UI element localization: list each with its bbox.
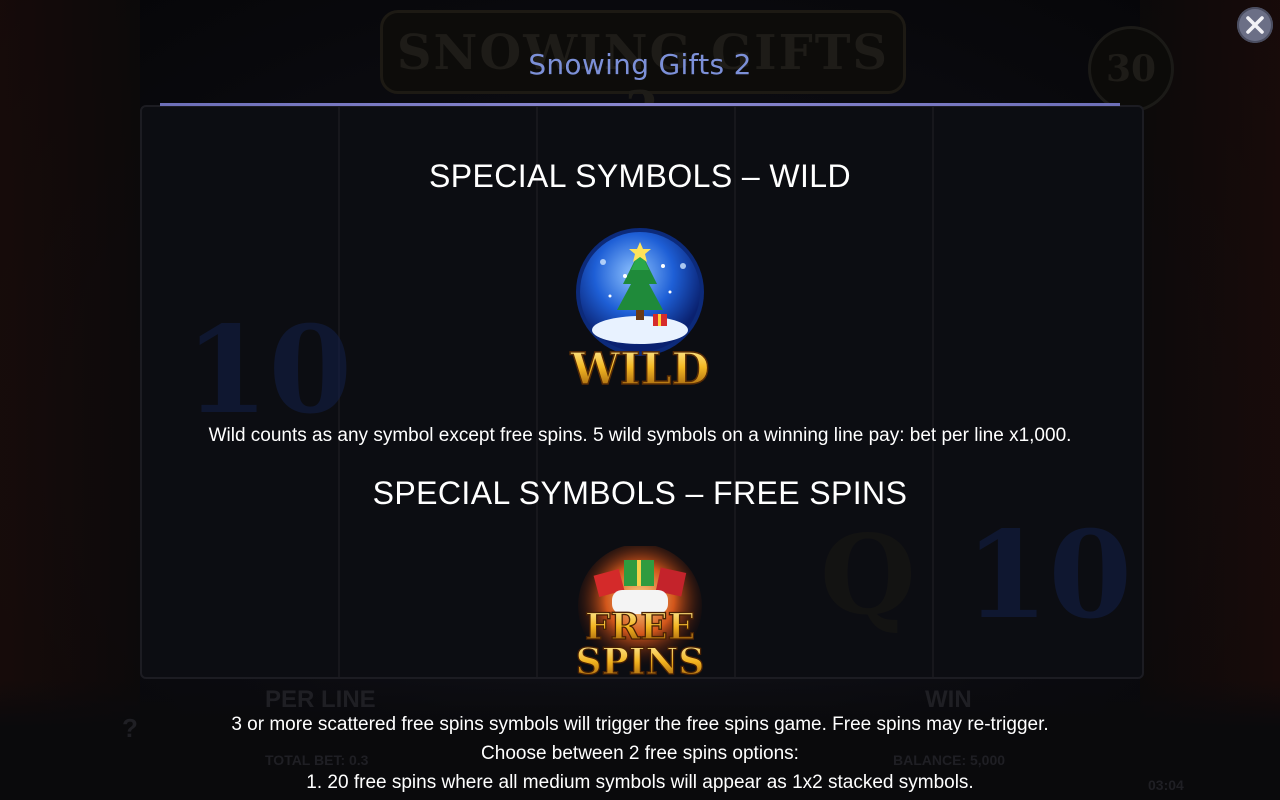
ghost-symbol-queen: Q	[820, 510, 916, 639]
wild-symbol: WILD	[565, 226, 715, 396]
free-spins-description-line: Choose between 2 free spins options:	[481, 743, 799, 764]
ghost-symbol-ten: 10	[185, 300, 352, 441]
gift-pile-icon: FREE SPINS	[575, 544, 705, 684]
snow-globe-icon: WILD	[569, 228, 710, 396]
close-button[interactable]	[1237, 7, 1273, 43]
wild-section-heading: SPECIAL SYMBOLS – WILD	[429, 158, 851, 194]
wild-symbol-label: WILD	[569, 344, 709, 394]
free-spins-symbol: FREE SPINS	[574, 544, 706, 684]
panel-title: Snowing Gifts 2	[528, 48, 752, 81]
free-spins-section-heading: SPECIAL SYMBOLS – FREE SPINS	[372, 475, 908, 511]
free-spins-description-line: 1. 20 free spins where all medium symbol…	[306, 772, 974, 793]
wild-description: Wild counts as any symbol except free sp…	[208, 425, 1072, 446]
title-divider	[160, 103, 1120, 106]
free-spins-description-line: 3 or more scattered free spins symbols w…	[231, 714, 1049, 735]
ghost-symbol-ten: 10	[965, 505, 1132, 646]
close-icon	[1246, 16, 1264, 34]
free-spins-label-line2: SPINS	[576, 641, 705, 682]
